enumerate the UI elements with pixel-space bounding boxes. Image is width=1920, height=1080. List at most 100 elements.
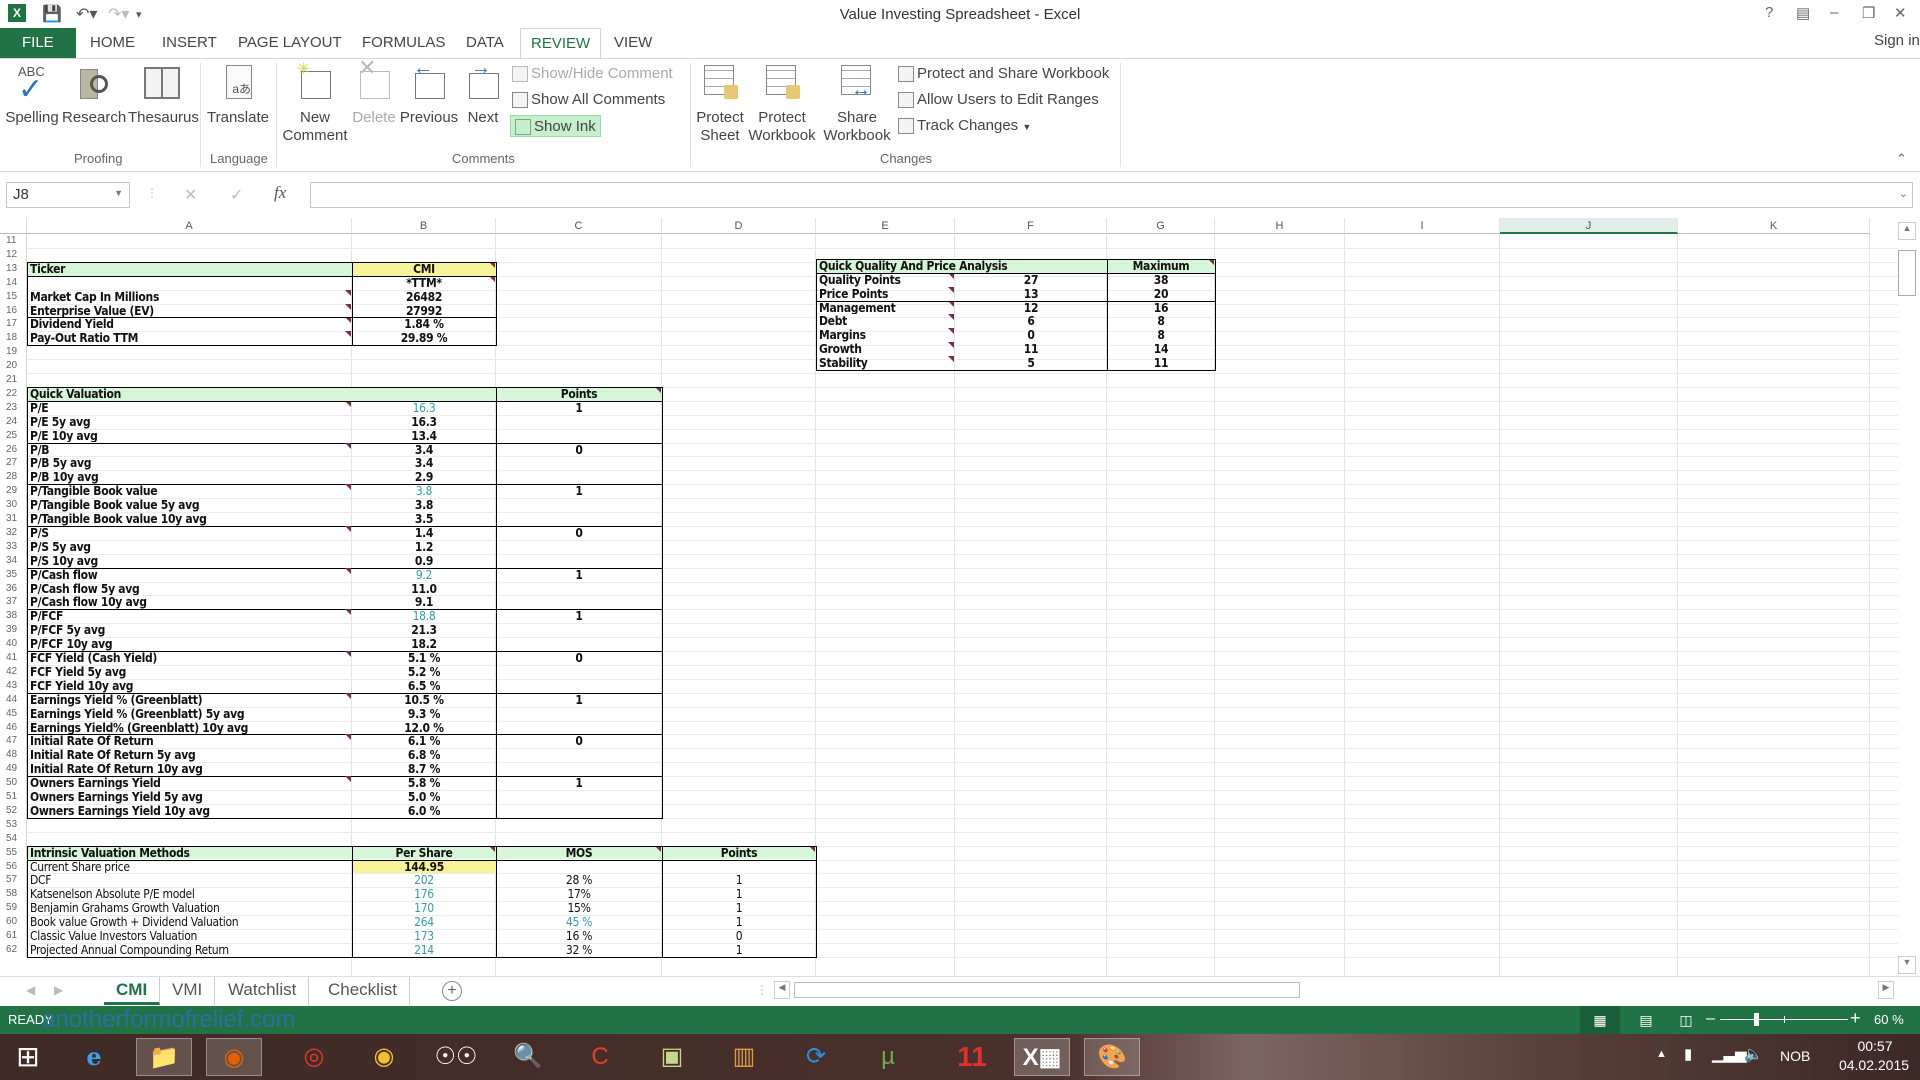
sheet-tab-vmi[interactable]: VMI xyxy=(160,977,216,1005)
row-header[interactable]: 44 xyxy=(0,692,27,707)
windows-start-button[interactable]: ⊞ xyxy=(0,1038,56,1076)
row-header[interactable]: 45 xyxy=(0,706,27,721)
row-header[interactable]: 30 xyxy=(0,498,27,512)
intrinsic-row-value[interactable]: 264 xyxy=(355,915,493,929)
row-header[interactable]: 62 xyxy=(0,942,27,957)
comment-indicator-icon[interactable] xyxy=(345,289,351,296)
row-header[interactable]: 48 xyxy=(0,748,27,763)
zoom-slider[interactable] xyxy=(1720,1013,1848,1026)
valuation-row-value[interactable]: 0.9 xyxy=(355,554,493,568)
valuation-points[interactable]: 0 xyxy=(499,526,659,540)
next-comment-button[interactable]: → Next xyxy=(460,58,506,127)
name-box-dropdown-icon[interactable]: ▼ xyxy=(114,188,123,198)
collapse-ribbon-icon[interactable]: ⌃ xyxy=(1896,151,1907,167)
tab-view[interactable]: VIEW xyxy=(604,28,662,58)
valuation-row-value[interactable]: 5.8 % xyxy=(355,776,493,790)
valuation-row-value[interactable]: 9.2 xyxy=(355,568,493,582)
ribbon-display-options-icon[interactable]: ▤ xyxy=(1796,4,1810,22)
volume-icon[interactable]: 🔈 xyxy=(1744,1045,1763,1063)
restore-icon[interactable]: ❐ xyxy=(1862,4,1875,22)
horizontal-scroll-thumb[interactable] xyxy=(794,982,1300,998)
row-header[interactable]: 40 xyxy=(0,637,27,651)
scroll-up-button[interactable]: ▲ xyxy=(1898,222,1916,240)
search-document-icon[interactable]: 🔍 xyxy=(500,1038,556,1076)
help-icon[interactable]: ? xyxy=(1765,4,1773,21)
normal-view-button[interactable]: ▦ xyxy=(1580,1006,1620,1034)
select-all-corner[interactable] xyxy=(0,218,27,234)
show-ink-button[interactable]: Show Ink xyxy=(510,115,601,137)
column-header-i[interactable]: I xyxy=(1345,218,1500,234)
chrome-icon[interactable]: ◎ xyxy=(286,1038,342,1076)
row-header[interactable]: 59 xyxy=(0,901,27,916)
comment-indicator-icon[interactable] xyxy=(345,525,351,532)
sheet-tab-checklist[interactable]: Checklist xyxy=(316,977,410,1005)
scroll-down-button[interactable]: ▼ xyxy=(1898,956,1916,974)
valuation-row-value[interactable]: 3.5 xyxy=(355,512,493,526)
valuation-row-value[interactable]: 1.4 xyxy=(355,526,493,540)
valuation-row-value[interactable]: 6.8 % xyxy=(355,748,493,762)
fl-studio-icon[interactable]: ◉ xyxy=(356,1038,412,1076)
row-header[interactable]: 16 xyxy=(0,303,27,318)
comment-indicator-icon[interactable] xyxy=(948,356,954,363)
row-header[interactable]: 41 xyxy=(0,651,27,665)
name-box[interactable]: J8 ▼ xyxy=(6,182,130,208)
valuation-points[interactable]: 1 xyxy=(499,693,659,707)
comment-indicator-icon[interactable] xyxy=(345,442,351,449)
quality-row-max[interactable]: 14 xyxy=(1110,342,1212,356)
intrinsic-row-mos[interactable]: 32 % xyxy=(499,943,659,957)
paint-icon[interactable]: 🎨 xyxy=(1084,1038,1140,1076)
valuation-row-value[interactable]: 21.3 xyxy=(355,623,493,637)
valuation-points[interactable]: 1 xyxy=(499,609,659,623)
comment-indicator-icon[interactable] xyxy=(489,845,495,852)
row-header[interactable]: 49 xyxy=(0,762,27,777)
thesaurus-button[interactable]: Thesaurus xyxy=(128,63,199,127)
protect-sheet-button[interactable]: Protect Sheet xyxy=(694,63,746,145)
comment-indicator-icon[interactable] xyxy=(345,484,351,491)
intrinsic-row-mos[interactable]: 17% xyxy=(499,887,659,901)
horizontal-scrollbar[interactable]: ◀ ▶ xyxy=(774,981,1896,1001)
valuation-points[interactable]: 1 xyxy=(499,484,659,498)
tab-formulas[interactable]: FORMULAS xyxy=(352,28,455,58)
comment-indicator-icon[interactable] xyxy=(345,651,351,657)
tab-review[interactable]: REVIEW xyxy=(520,28,602,58)
comment-indicator-icon[interactable] xyxy=(1208,258,1214,265)
row-header[interactable]: 50 xyxy=(0,776,27,790)
intrinsic-row-mos[interactable]: 16 % xyxy=(499,929,659,943)
comment-indicator-icon[interactable] xyxy=(655,386,661,393)
valuation-row-value[interactable]: 5.2 % xyxy=(355,665,493,679)
row-header[interactable]: 15 xyxy=(0,289,27,304)
comment-indicator-icon[interactable] xyxy=(489,261,495,268)
clock-time[interactable]: 00:57 xyxy=(1840,1038,1910,1054)
comment-indicator-icon[interactable] xyxy=(345,331,351,338)
quality-row-value[interactable]: 0 xyxy=(958,328,1104,342)
battery-icon[interactable]: ▮ xyxy=(1684,1045,1692,1063)
notes-app-icon[interactable]: ▣ xyxy=(644,1038,700,1076)
intrinsic-row-points[interactable]: 0 xyxy=(665,929,813,943)
row-header[interactable]: 19 xyxy=(0,345,27,360)
chart-app-icon[interactable]: ▥ xyxy=(716,1038,772,1076)
show-hide-comment-button[interactable]: Show/Hide Comment xyxy=(512,63,673,85)
row-header[interactable]: 38 xyxy=(0,609,27,624)
scroll-right-button[interactable]: ▶ xyxy=(1878,981,1894,999)
cancel-entry-icon[interactable]: ✕ xyxy=(184,185,197,205)
intrinsic-row-value[interactable]: 173 xyxy=(355,929,493,943)
ticker-row-value[interactable]: 27992 xyxy=(355,304,493,318)
new-sheet-button[interactable]: + xyxy=(442,981,462,1001)
track-changes-button[interactable]: Track Changes ▼ xyxy=(898,115,1031,137)
previous-comment-button[interactable]: ← Previous xyxy=(398,58,460,127)
row-header[interactable]: 60 xyxy=(0,915,27,929)
row-header[interactable]: 22 xyxy=(0,386,27,401)
vertical-scroll-thumb[interactable] xyxy=(1898,250,1916,296)
valuation-row-value[interactable]: 6.0 % xyxy=(355,804,493,818)
sheet-scroll-left-icon[interactable]: ◀ xyxy=(26,983,35,997)
row-header[interactable]: 24 xyxy=(0,414,27,429)
formula-bar-splitter[interactable]: ⋮ xyxy=(146,186,158,200)
column-header-d[interactable]: D xyxy=(662,218,816,234)
tab-home[interactable]: HOME xyxy=(80,28,145,58)
tab-splitter[interactable]: ⋮ xyxy=(756,983,768,997)
quality-row-value[interactable]: 27 xyxy=(958,273,1104,287)
comment-indicator-icon[interactable] xyxy=(809,845,815,852)
comment-indicator-icon[interactable] xyxy=(345,776,351,783)
research-button[interactable]: Research xyxy=(62,63,126,127)
column-header-f[interactable]: F xyxy=(955,218,1107,234)
